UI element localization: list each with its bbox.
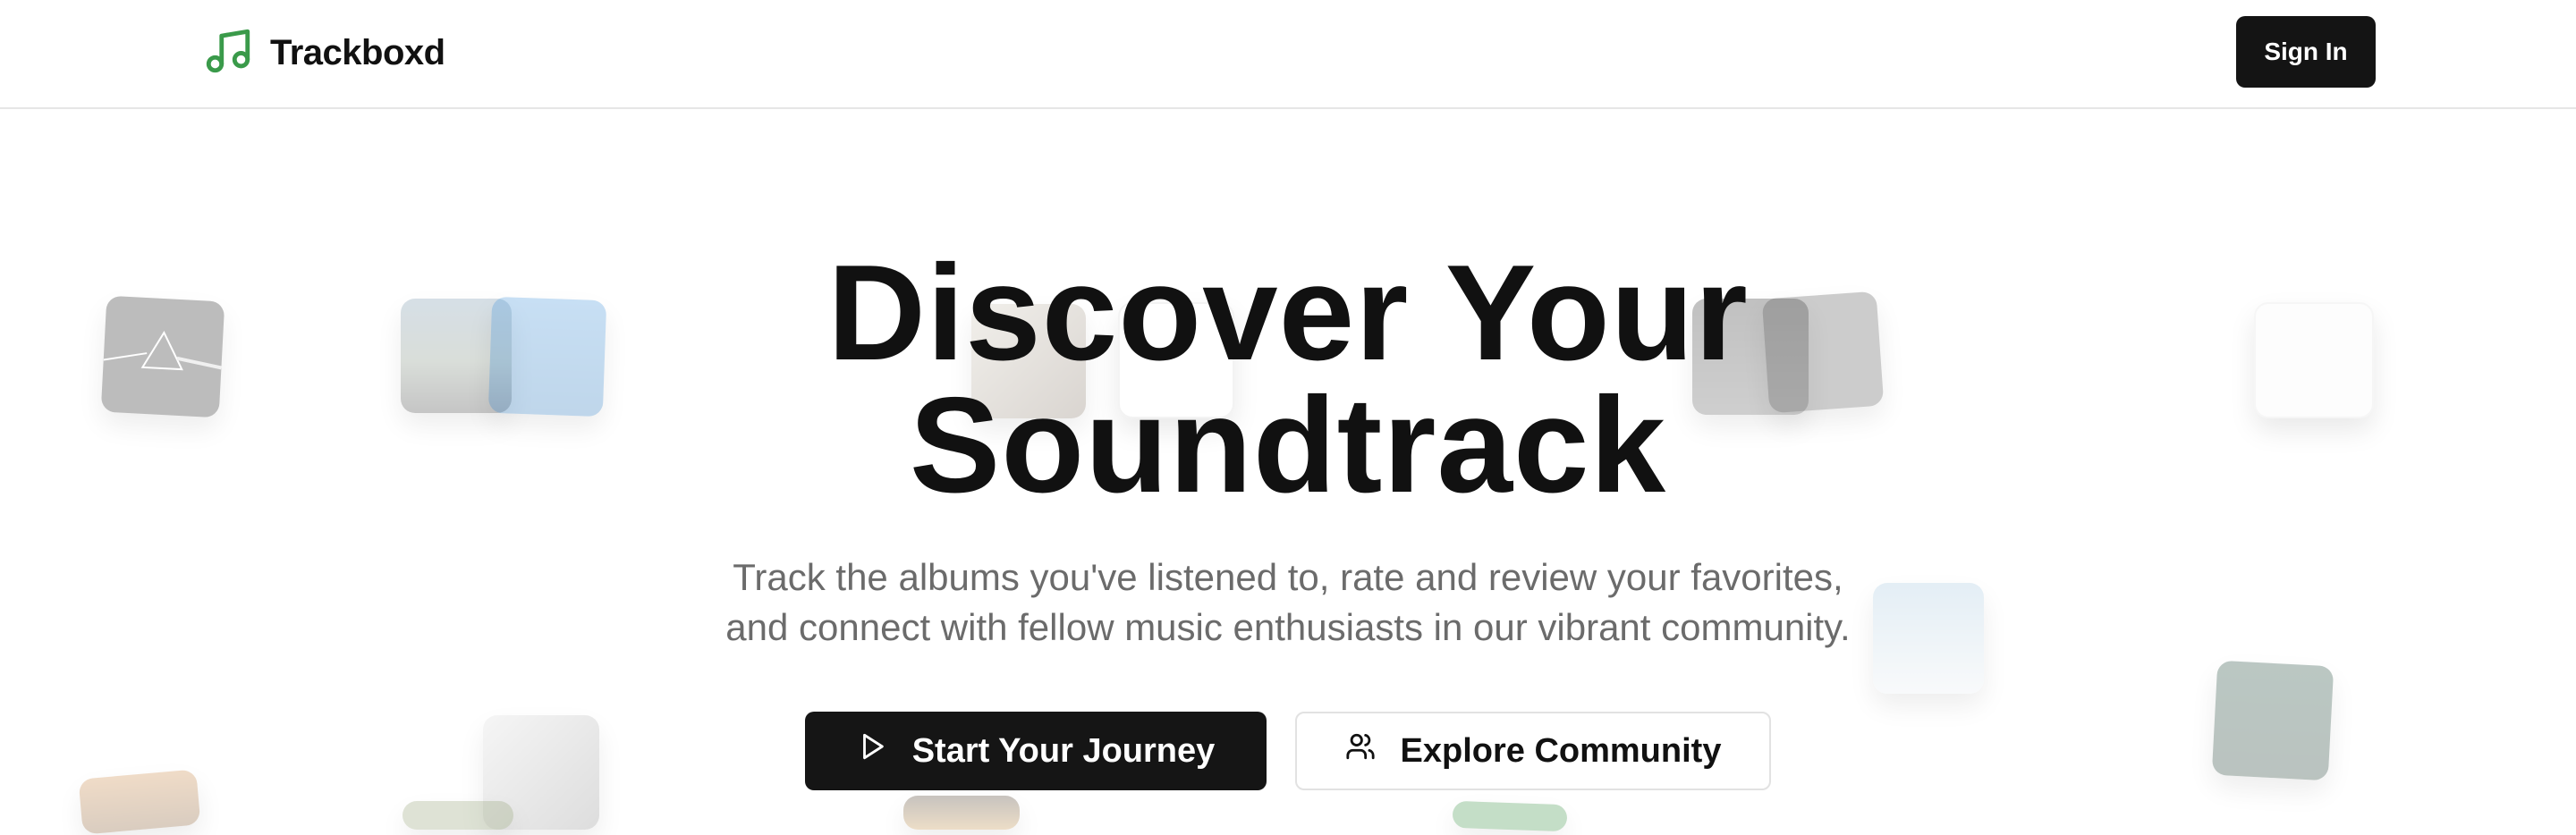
top-navigation-bar: Trackboxd Sign In xyxy=(0,0,2576,109)
album-cover-bottom-left xyxy=(402,801,513,830)
play-icon xyxy=(857,731,887,771)
explore-community-label: Explore Community xyxy=(1400,731,1722,770)
hero-subtitle-line-1: Track the albums you've listened to, rat… xyxy=(733,556,1843,598)
hero-subtitle: Track the albums you've listened to, rat… xyxy=(0,552,2576,653)
users-icon xyxy=(1345,731,1376,771)
album-cover-hotel-california xyxy=(78,769,201,835)
brand-name: Trackboxd xyxy=(270,33,445,72)
music-note-icon xyxy=(202,25,254,81)
brand-logo[interactable]: Trackboxd xyxy=(202,25,445,81)
album-cover-miles-davis xyxy=(2211,660,2334,781)
hero-subtitle-line-2: and connect with fellow music enthusiast… xyxy=(725,606,1851,648)
hero-title-line-2: Soundtrack xyxy=(909,369,1667,521)
hero-title: Discover Your Soundtrack xyxy=(0,237,2576,521)
hero-title-line-1: Discover Your xyxy=(827,237,1749,389)
start-your-journey-button[interactable]: Start Your Journey xyxy=(805,712,1267,790)
explore-community-button[interactable]: Explore Community xyxy=(1295,712,1771,790)
start-your-journey-label: Start Your Journey xyxy=(911,731,1216,770)
album-cover-bottom-center xyxy=(903,796,1020,830)
album-cover-green xyxy=(1452,800,1568,832)
sign-in-button[interactable]: Sign In xyxy=(2236,16,2376,88)
